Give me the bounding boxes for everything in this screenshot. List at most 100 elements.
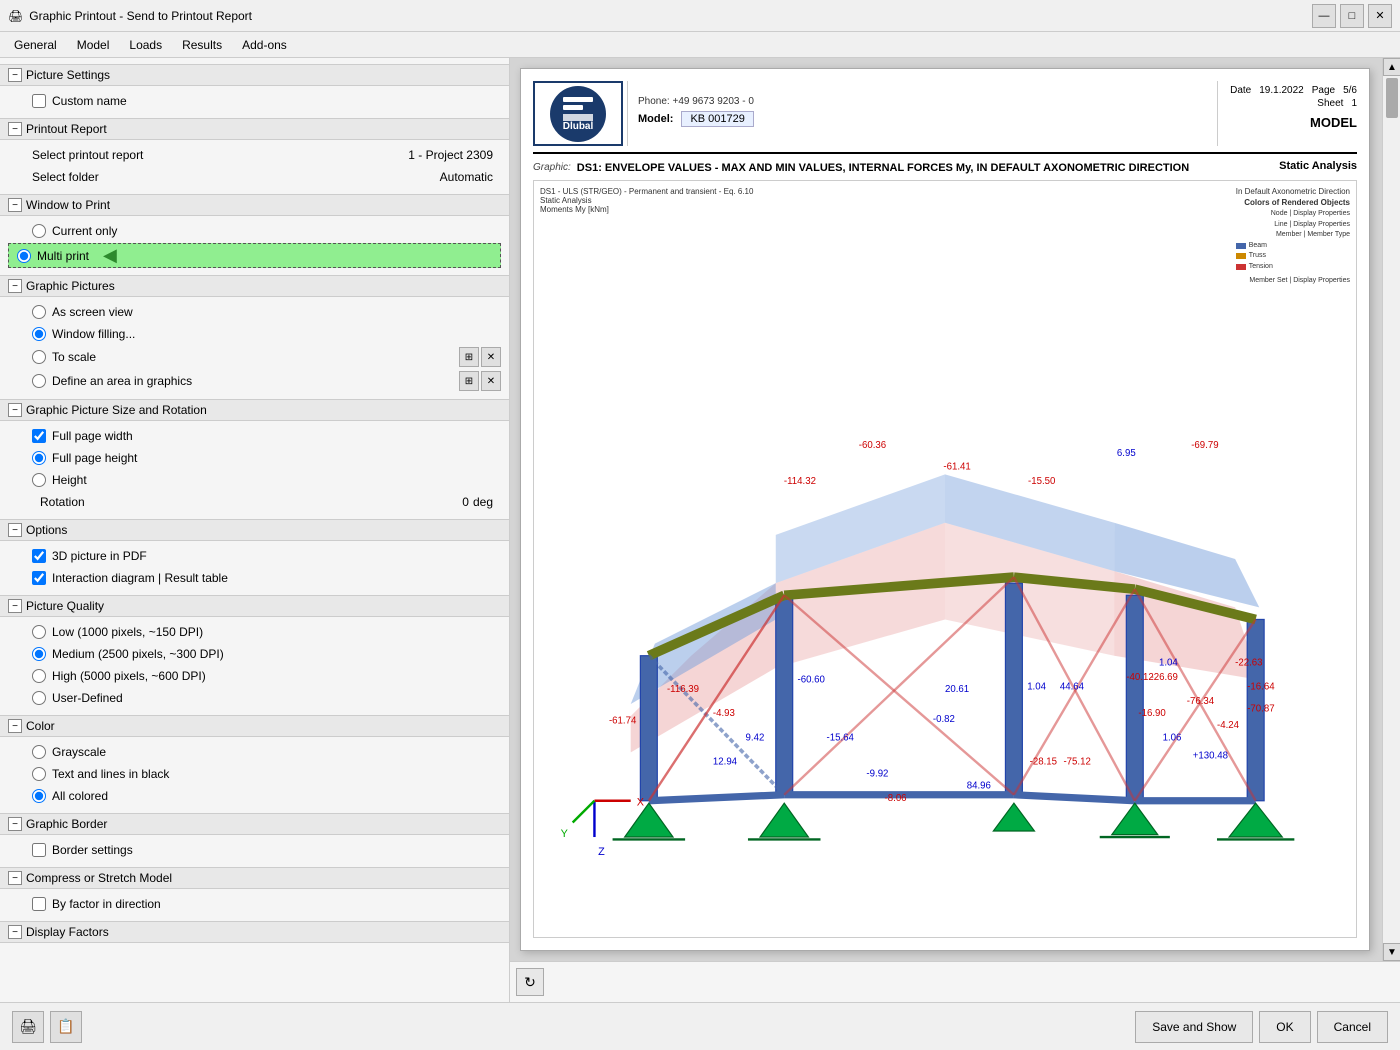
to-scale-icon-btn2[interactable]: ✕ <box>481 347 501 367</box>
interaction-checkbox[interactable] <box>32 571 46 585</box>
border-settings-label: Border settings <box>52 843 133 857</box>
height-radio[interactable] <box>32 473 46 487</box>
scroll-down-btn[interactable]: ▼ <box>1383 943 1400 961</box>
define-area-radio[interactable] <box>32 374 46 388</box>
model-line: Model: KB 001729 <box>638 111 1217 127</box>
svg-text:Y: Y <box>561 828 568 840</box>
menu-general[interactable]: General <box>4 34 67 55</box>
collapse-options[interactable]: − <box>8 523 22 537</box>
collapse-display-factors[interactable]: − <box>8 925 22 939</box>
menu-addons[interactable]: Add-ons <box>232 34 297 55</box>
current-only-radio[interactable] <box>32 224 46 238</box>
low-quality-row[interactable]: Low (1000 pixels, ~150 DPI) <box>0 621 509 643</box>
define-area-icon-btn1[interactable]: ⊞ <box>459 371 479 391</box>
user-defined-quality-radio[interactable] <box>32 691 46 705</box>
ok-button[interactable]: OK <box>1259 1011 1310 1043</box>
menu-results[interactable]: Results <box>172 34 232 55</box>
grayscale-radio[interactable] <box>32 745 46 759</box>
user-defined-quality-row[interactable]: User-Defined <box>0 687 509 709</box>
custom-name-checkbox[interactable] <box>32 94 46 108</box>
all-colored-radio[interactable] <box>32 789 46 803</box>
all-colored-row[interactable]: All colored <box>0 785 509 807</box>
medium-quality-row[interactable]: Medium (2500 pixels, ~300 DPI) <box>0 643 509 665</box>
collapse-picture-quality[interactable]: − <box>8 599 22 613</box>
select-folder-row: Select folder Automatic <box>0 166 509 188</box>
section-label-window-to-print: Window to Print <box>26 198 110 212</box>
window-filling-radio[interactable] <box>32 327 46 341</box>
refresh-button[interactable]: ↻ <box>516 968 544 996</box>
close-button[interactable]: ✕ <box>1368 4 1392 28</box>
multi-print-label: Multi print <box>37 249 89 263</box>
section-header-printout-report[interactable]: − Printout Report <box>0 118 509 140</box>
grayscale-row[interactable]: Grayscale <box>0 741 509 763</box>
section-header-graphic-pictures[interactable]: − Graphic Pictures <box>0 275 509 297</box>
collapse-graphic-border[interactable]: − <box>8 817 22 831</box>
document-icon-button[interactable]: 📋 <box>50 1011 82 1043</box>
all-colored-label: All colored <box>52 789 108 803</box>
collapse-picture-settings[interactable]: − <box>8 68 22 82</box>
border-settings-checkbox[interactable] <box>32 843 46 857</box>
height-row[interactable]: Height <box>0 469 509 491</box>
save-and-show-button[interactable]: Save and Show <box>1135 1011 1253 1043</box>
define-area-icon-btn2[interactable]: ✕ <box>481 371 501 391</box>
full-page-height-row[interactable]: Full page height <box>0 447 509 469</box>
section-header-display-factors[interactable]: − Display Factors <box>0 921 509 943</box>
svg-text:1.04: 1.04 <box>1027 682 1046 693</box>
current-only-row[interactable]: Current only <box>0 220 509 242</box>
graphic-label: Graphic: <box>533 162 571 173</box>
multi-print-radio[interactable] <box>17 249 31 263</box>
full-page-height-radio[interactable] <box>32 451 46 465</box>
sub-label-1: DS1 - ULS (STR/GEO) - Permanent and tran… <box>540 187 753 196</box>
left-panel-scroll[interactable]: − Picture Settings Custom name − Printou… <box>0 58 509 1002</box>
svg-text:-76.34: -76.34 <box>1187 696 1215 707</box>
refresh-btn-area: ↻ <box>510 961 1400 1002</box>
define-area-label: Define an area in graphics <box>52 374 192 388</box>
section-header-color[interactable]: − Color <box>0 715 509 737</box>
print-icon-button[interactable]: 🖨 <box>12 1011 44 1043</box>
text-lines-black-row[interactable]: Text and lines in black <box>0 763 509 785</box>
collapse-color[interactable]: − <box>8 719 22 733</box>
as-screen-view-radio[interactable] <box>32 305 46 319</box>
low-quality-radio[interactable] <box>32 625 46 639</box>
section-header-graphic-border[interactable]: − Graphic Border <box>0 813 509 835</box>
section-color: − Color Grayscale Text and lines in blac… <box>0 715 509 811</box>
full-page-width-checkbox[interactable] <box>32 429 46 443</box>
section-header-picture-settings[interactable]: − Picture Settings <box>0 64 509 86</box>
3d-pdf-checkbox[interactable] <box>32 549 46 563</box>
preview-scrollbar[interactable]: ▲ ▼ <box>1382 58 1400 961</box>
section-header-compress-stretch[interactable]: − Compress or Stretch Model <box>0 867 509 889</box>
to-scale-icon-btn1[interactable]: ⊞ <box>459 347 479 367</box>
collapse-graphic-pictures[interactable]: − <box>8 279 22 293</box>
by-factor-row: By factor in direction <box>0 893 509 915</box>
collapse-window-to-print[interactable]: − <box>8 198 22 212</box>
phone-line: Phone: +49 9673 9203 - 0 <box>638 96 1217 107</box>
maximize-button[interactable]: □ <box>1340 4 1364 28</box>
high-quality-radio[interactable] <box>32 669 46 683</box>
scroll-up-btn[interactable]: ▲ <box>1383 58 1400 76</box>
section-header-options[interactable]: − Options <box>0 519 509 541</box>
multi-print-row[interactable]: Multi print ◀ <box>8 243 501 268</box>
text-lines-black-radio[interactable] <box>32 767 46 781</box>
arrow-indicator: ◀ <box>103 245 117 266</box>
date-page-line: Date 19.1.2022 Page 5/6 <box>1230 85 1357 96</box>
minimize-button[interactable]: — <box>1312 4 1336 28</box>
structural-labels-topright: In Default Axonometric Direction Colors … <box>1236 187 1350 287</box>
collapse-graphic-size[interactable]: − <box>8 403 22 417</box>
section-header-window-to-print[interactable]: − Window to Print <box>0 194 509 216</box>
collapse-compress-stretch[interactable]: − <box>8 871 22 885</box>
as-screen-view-row: As screen view <box>0 301 509 323</box>
medium-quality-radio[interactable] <box>32 647 46 661</box>
cancel-button[interactable]: Cancel <box>1317 1011 1388 1043</box>
sub-label-3: Moments My [kNm] <box>540 205 753 214</box>
section-picture-quality: − Picture Quality Low (1000 pixels, ~150… <box>0 595 509 713</box>
menu-model[interactable]: Model <box>67 34 120 55</box>
high-quality-label: High (5000 pixels, ~600 DPI) <box>52 669 206 683</box>
to-scale-radio[interactable] <box>32 350 46 364</box>
section-header-graphic-size[interactable]: − Graphic Picture Size and Rotation <box>0 399 509 421</box>
svg-text:-70.87: -70.87 <box>1247 703 1274 714</box>
by-factor-checkbox[interactable] <box>32 897 46 911</box>
collapse-printout-report[interactable]: − <box>8 122 22 136</box>
high-quality-row[interactable]: High (5000 pixels, ~600 DPI) <box>0 665 509 687</box>
section-header-picture-quality[interactable]: − Picture Quality <box>0 595 509 617</box>
menu-loads[interactable]: Loads <box>119 34 172 55</box>
